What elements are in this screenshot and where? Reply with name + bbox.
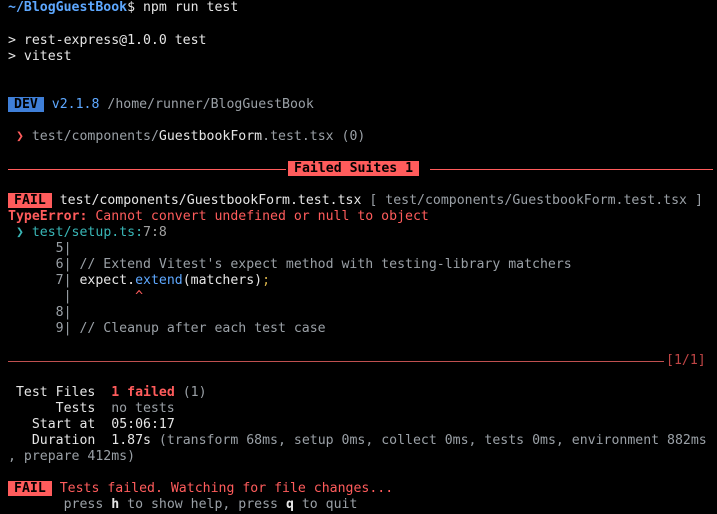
location-pos: 7:8: [143, 225, 167, 240]
help-middle: to show help, press: [127, 497, 278, 512]
pager-label: [1/1]: [666, 353, 706, 369]
pager-text: [1/1]: [666, 353, 706, 368]
code-expect: expect.: [79, 273, 136, 288]
footer-message: Tests failed. Watching for file changes.…: [59, 481, 394, 496]
dev-badge: DEV: [8, 97, 44, 112]
code-matchers: (matchers): [182, 273, 263, 288]
running-count: (0): [341, 129, 366, 144]
summary-tests-label: Tests: [55, 401, 96, 416]
fail-badge: FAIL: [8, 193, 52, 208]
help-press: press: [63, 497, 104, 512]
code-comment-9: // Cleanup after each test case: [79, 321, 326, 336]
npm-script-line: > rest-express@1.0.0 test: [8, 33, 207, 48]
summary-start-value: 05:06:17: [111, 417, 175, 432]
line-number-6: 6|: [55, 257, 72, 272]
running-ext: .test.tsx: [262, 129, 334, 144]
line-number-8: 8|: [55, 305, 72, 320]
help-quit: to quit: [301, 497, 358, 512]
divider-right: [430, 169, 713, 170]
help-key-q: q: [285, 497, 294, 512]
summary-start-line: Start at 05:06:17: [8, 417, 717, 433]
code-line-6: 6| // Extend Vitest's expect method with…: [8, 257, 717, 273]
line-number-7: 7|: [55, 273, 72, 288]
code-line-9: 9| // Cleanup after each test case: [8, 321, 717, 337]
summary-files-failed: 1 failed: [111, 385, 175, 400]
location-file: test/setup.ts:: [31, 225, 144, 240]
footer-fail-badge: FAIL: [8, 481, 52, 496]
divider-left: [8, 169, 286, 170]
error-line: TypeError: Cannot convert undefined or n…: [8, 209, 717, 225]
failed-suites-label: Failed Suites 1: [288, 161, 420, 176]
dev-line: DEV v2.1.8 /home/runner/BlogGuestBook: [8, 97, 717, 113]
summary-duration-cont-text: , prepare 412ms): [8, 449, 136, 464]
summary-tests-line: Tests no tests: [8, 401, 717, 417]
code-semicolon: ;: [262, 273, 271, 288]
fail-header-line: FAIL test/components/GuestbookForm.test.…: [8, 193, 717, 209]
bracket-open: [: [369, 193, 378, 208]
running-file: GuestbookForm: [158, 129, 263, 144]
bracket-file: test/components/GuestbookForm.test.tsx: [385, 193, 687, 208]
caret-pipe: |: [63, 289, 72, 304]
fail-file: test/components/GuestbookForm.test.tsx: [59, 193, 362, 208]
running-dir: test/components/: [31, 129, 159, 144]
code-line-7: 7| expect.extend(matchers);: [8, 273, 717, 289]
bracket-close: ]: [694, 193, 703, 208]
prompt-path: ~/BlogGuestBook: [8, 0, 128, 15]
code-caret-line: | ^: [8, 289, 717, 305]
pager-divider: [8, 361, 664, 362]
summary-duration-label: Duration: [31, 433, 96, 448]
vitest-version: v2.1.8: [51, 97, 100, 112]
prompt-dollar: $: [127, 0, 136, 15]
summary-duration-line: Duration 1.87s (transform 68ms, setup 0m…: [8, 433, 717, 449]
footer-help-line: press h to show help, press q to quit: [8, 497, 717, 513]
chevron-right-icon: ❯: [15, 129, 24, 144]
summary-start-label: Start at: [31, 417, 96, 432]
help-key-h: h: [111, 497, 120, 512]
summary-files-total: (1): [182, 385, 207, 400]
npm-command-line: > vitest: [8, 49, 72, 64]
running-file-line: ❯ test/components/GuestbookForm.test.tsx…: [8, 129, 717, 145]
error-caret: ^: [135, 289, 144, 304]
summary-duration-cont: , prepare 412ms): [8, 449, 717, 465]
failed-suites-header: Failed Suites 1: [288, 161, 420, 177]
code-line-8: 8|: [8, 305, 717, 321]
error-type: TypeError:: [8, 209, 88, 224]
code-comment-6: // Extend Vitest's expect method with te…: [79, 257, 572, 272]
summary-duration-value: 1.87s: [111, 433, 151, 448]
error-message: Cannot convert undefined or null to obje…: [95, 209, 429, 224]
error-location-line: ❯ test/setup.ts:7:8: [8, 225, 717, 241]
prompt-command: npm run test: [135, 0, 239, 15]
code-extend: extend: [135, 273, 183, 288]
line-number-9: 9|: [55, 321, 72, 336]
code-line-5: 5|: [8, 241, 717, 257]
footer-status-line: FAIL Tests failed. Watching for file cha…: [8, 481, 717, 497]
location-arrow-icon: ❯: [15, 225, 24, 240]
summary-duration-detail: (transform 68ms, setup 0ms, collect 0ms,…: [158, 433, 707, 448]
line-number-5: 5|: [55, 241, 72, 256]
summary-files-line: Test Files 1 failed (1): [8, 385, 717, 401]
shell-prompt-line: ~/BlogGuestBook$ npm run test: [8, 0, 717, 16]
project-path: /home/runner/BlogGuestBook: [107, 97, 314, 112]
summary-tests-value: no tests: [111, 401, 175, 416]
summary-files-label: Test Files: [15, 385, 96, 400]
